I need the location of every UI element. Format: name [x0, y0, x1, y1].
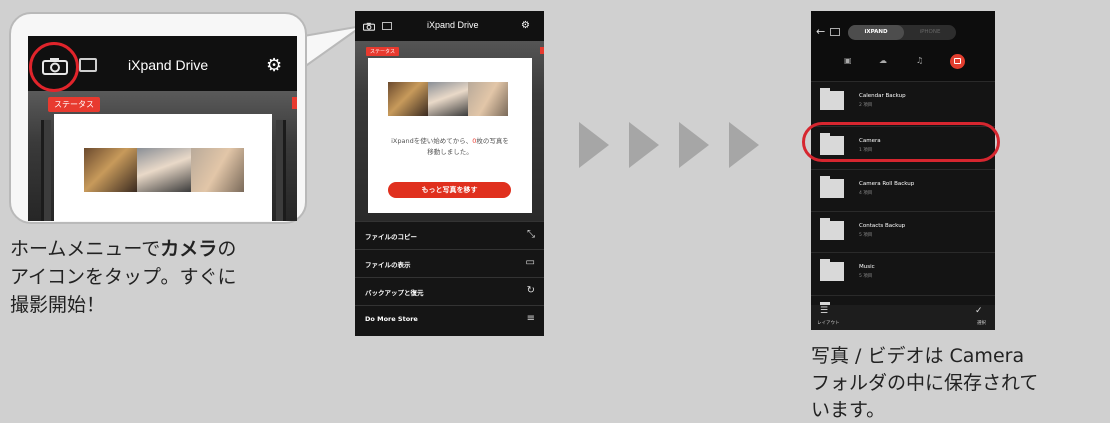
caption-text: ホームメニューで — [10, 238, 161, 260]
menu-item-do-more-store[interactable]: Do More Store ≡ — [355, 305, 544, 336]
photo-thumb — [84, 148, 138, 192]
folder-name: Calendar Backup — [859, 93, 906, 99]
camera-icon[interactable] — [363, 22, 375, 31]
photo-thumb — [190, 148, 244, 192]
menu-item-copy-files[interactable]: ファイルのコピー ⤡ — [355, 221, 544, 249]
menu-item-backup-restore[interactable]: バックアップと復元 ↻ — [355, 277, 544, 305]
folder-icon — [820, 259, 844, 281]
arrow-right-icon — [629, 122, 659, 168]
menu-icon: ≡ — [526, 313, 535, 324]
app-title: iXpand Drive — [128, 57, 209, 73]
caption-bold-camera: カメラ — [160, 238, 218, 260]
status-text: 移動しました。 — [427, 148, 473, 156]
photo-strip — [388, 82, 508, 116]
select-label[interactable]: 選択 — [977, 320, 986, 326]
highlight-circle-camera-folder — [802, 122, 1000, 162]
caption-text: 写真 / ビデオは Camera — [811, 345, 1025, 367]
zoom-callout: iXpand Drive ⚙ ステータス — [9, 12, 307, 224]
progress-arrows — [579, 122, 779, 170]
menu-item-label: ファイルのコピー — [365, 233, 417, 241]
caption-right: 写真 / ビデオは Camera フォルダの中に保存されて います。 — [811, 343, 1101, 423]
photo-thumb — [428, 82, 468, 116]
folder-row-music[interactable]: Music 5 項目 — [811, 252, 995, 292]
card-edge-left — [41, 120, 51, 221]
arrow-right-icon — [679, 122, 709, 168]
folder-row-contacts-backup[interactable]: Contacts Backup 5 項目 — [811, 211, 995, 251]
cast-icon[interactable] — [79, 58, 97, 72]
menu-item-view-files[interactable]: ファイルの表示 ▭ — [355, 249, 544, 277]
folder-row-camera-roll-backup[interactable]: Camera Roll Backup 4 項目 — [811, 169, 995, 209]
arrow-right-icon — [729, 122, 759, 168]
folder-name: Contacts Backup — [859, 223, 906, 229]
caption-text: フォルダの中に保存されて — [811, 372, 1039, 394]
app-title: iXpand Drive — [427, 20, 479, 30]
status-badge-edge — [540, 47, 544, 54]
segment-ixpand[interactable]: iXPAND — [848, 25, 904, 40]
layout-label[interactable]: レイアウト — [817, 320, 840, 326]
folder-icon — [820, 88, 844, 110]
storage-segment-control: iXPAND iPHONE — [848, 25, 956, 40]
status-text: iXpandを使い始めてから、 — [391, 137, 473, 145]
phone-folder-screen: ← iXPAND iPHONE ▣ ☁ ♫ Calendar Backup 2 … — [811, 11, 995, 330]
photo-thumb — [137, 148, 191, 192]
cast-icon[interactable] — [382, 22, 392, 30]
photo-thumb — [388, 82, 428, 116]
sync-icon: ↻ — [526, 285, 535, 296]
status-card: iXpandを使い始めてから、0枚の写真を 移動しました。 もっと写真を移す — [368, 58, 532, 213]
copy-arrows-icon: ⤡ — [527, 229, 535, 240]
folder-name: Camera Roll Backup — [859, 181, 915, 187]
move-more-photos-button[interactable]: もっと写真を移す — [388, 182, 511, 198]
menu-item-label: ファイルの表示 — [365, 261, 411, 269]
gear-icon[interactable]: ⚙ — [266, 57, 282, 75]
arrow-right-icon — [579, 122, 609, 168]
folder-icon: ▭ — [525, 257, 535, 268]
menu-item-label: Do More Store — [365, 315, 418, 323]
music-tab-icon[interactable]: ♫ — [916, 56, 923, 65]
folder-count: 5 項目 — [859, 233, 873, 238]
header-bar — [811, 11, 995, 81]
photo-tab-icon[interactable]: ▣ — [844, 56, 852, 65]
layout-list-icon[interactable]: ☰ — [820, 307, 828, 316]
phone-home-screen: iXpand Drive ⚙ ステータス iXpandを使い始めてから、0枚の写… — [355, 11, 544, 336]
gear-icon[interactable]: ⚙ — [521, 21, 530, 31]
folder-count: 2 項目 — [859, 103, 873, 108]
bottom-toolbar: ☰ レイアウト ✓ 選択 — [811, 305, 995, 330]
folder-count: 5 項目 — [859, 274, 873, 279]
folder-icon — [820, 176, 844, 198]
status-text: 枚の写真を — [476, 137, 509, 145]
back-arrow-icon[interactable]: ← — [816, 26, 825, 37]
segment-iphone[interactable]: iPHONE — [904, 25, 956, 40]
caption-left: ホームメニューでカメラの アイコンをタップ。すぐに 撮影開始！ — [10, 235, 310, 319]
photo-strip — [84, 148, 244, 192]
folder-name: Music — [859, 264, 875, 270]
status-badge: ステータス — [48, 97, 100, 112]
caption-text: の — [217, 238, 237, 260]
folder-icon — [820, 218, 844, 240]
photo-thumb — [468, 82, 508, 116]
checkmark-icon[interactable]: ✓ — [975, 307, 983, 316]
status-badge-edge — [292, 97, 297, 109]
card-edge-right — [276, 120, 286, 221]
folder-tab-icon[interactable] — [950, 54, 965, 69]
cloud-tab-icon[interactable]: ☁ — [879, 56, 887, 65]
folder-row-calendar-backup[interactable]: Calendar Backup 2 項目 — [811, 81, 995, 121]
home-menu: ファイルのコピー ⤡ ファイルの表示 ▭ バックアップと復元 ↻ Do More… — [355, 221, 544, 336]
caption-text: アイコンをタップ。すぐに — [10, 266, 237, 288]
menu-item-label: バックアップと復元 — [365, 289, 424, 297]
caption-text: 撮影開始！ — [10, 294, 106, 316]
status-badge: ステータス — [366, 47, 400, 56]
cast-icon[interactable] — [830, 28, 840, 36]
caption-text: います。 — [811, 399, 886, 421]
status-message: iXpandを使い始めてから、0枚の写真を 移動しました。 — [376, 136, 524, 158]
highlight-circle-camera — [29, 42, 79, 92]
folder-count: 4 項目 — [859, 191, 873, 196]
